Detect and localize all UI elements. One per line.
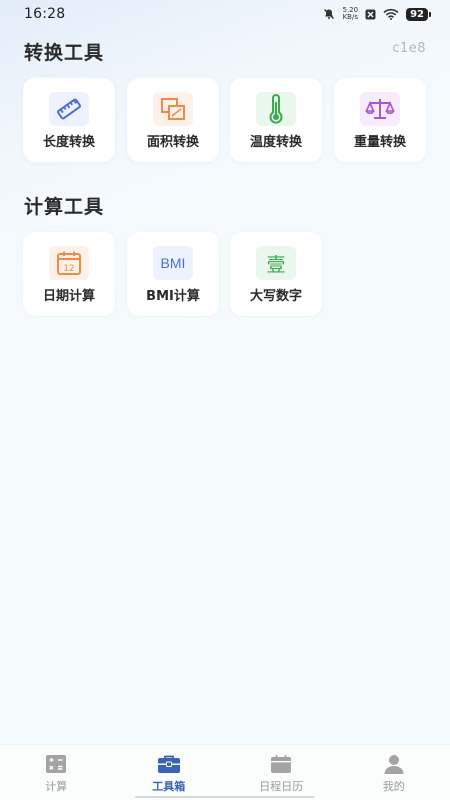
sim-icon [365,9,376,19]
battery-indicator: 92 [406,7,431,21]
area-icon [153,92,193,126]
net-speed-unit: KB/s [342,13,358,21]
tool-label: 重量转换 [353,135,406,150]
tab-label: 计算 [45,780,68,793]
tool-label: 长度转换 [42,135,95,150]
tab-label: 工具箱 [152,780,186,793]
thermometer-icon [256,92,296,126]
tool-label: 面积转换 [146,135,199,150]
calendar-icon: 12 [49,246,89,280]
tool-label: 日期计算 [42,289,95,304]
tab-label: 我的 [382,780,405,793]
tab-profile[interactable]: 我的 [338,745,450,794]
tab-calculator[interactable]: 计算 [0,745,112,794]
calendar-icon-text: 12 [63,264,74,274]
calculator-icon [44,753,68,775]
tool-card-capital-number[interactable]: 壹 大写数字 [230,232,322,316]
net-speed: 5.20 KB/s [342,7,358,21]
chinese-numeral-icon: 壹 [256,246,296,280]
user-icon [382,753,406,775]
tool-card-temperature[interactable]: 温度转换 [230,78,322,162]
tab-label: 日程日历 [259,780,304,793]
version-label: c1e8 [392,41,426,56]
status-bar: 16:28 5.20 KB/s 92 [0,0,450,28]
bmi-icon-text: BMI [160,255,186,271]
calendar-icon [269,753,293,775]
bmi-icon: BMI [153,246,193,280]
home-indicator [135,796,315,798]
tool-label: 大写数字 [249,289,302,304]
status-time: 16:28 [24,6,66,22]
section-title-convert: 转换工具 [24,42,105,64]
ruler-icon [49,92,89,126]
tool-card-weight[interactable]: 重量转换 [334,78,426,162]
tool-card-area[interactable]: 面积转换 [127,78,219,162]
section-title-calc: 计算工具 [24,196,105,218]
tool-card-length[interactable]: 长度转换 [23,78,115,162]
status-icons: 5.20 KB/s 92 [323,7,431,21]
tab-schedule-calendar[interactable]: 日程日历 [225,745,337,794]
tab-toolbox[interactable]: 工具箱 [113,745,225,794]
wifi-icon [383,8,399,20]
tool-card-date[interactable]: 12 日期计算 [23,232,115,316]
tool-label: BMI计算 [146,289,200,304]
mute-notifications-icon [324,9,335,19]
toolbox-icon [157,753,181,775]
tool-card-bmi[interactable]: BMI BMI计算 [127,232,219,316]
bottom-tab-bar: 计算 工具箱 日程日历 我的 [0,744,450,800]
numeral-icon-text: 壹 [266,253,286,276]
scale-icon [360,92,400,126]
tool-label: 温度转换 [249,135,302,150]
